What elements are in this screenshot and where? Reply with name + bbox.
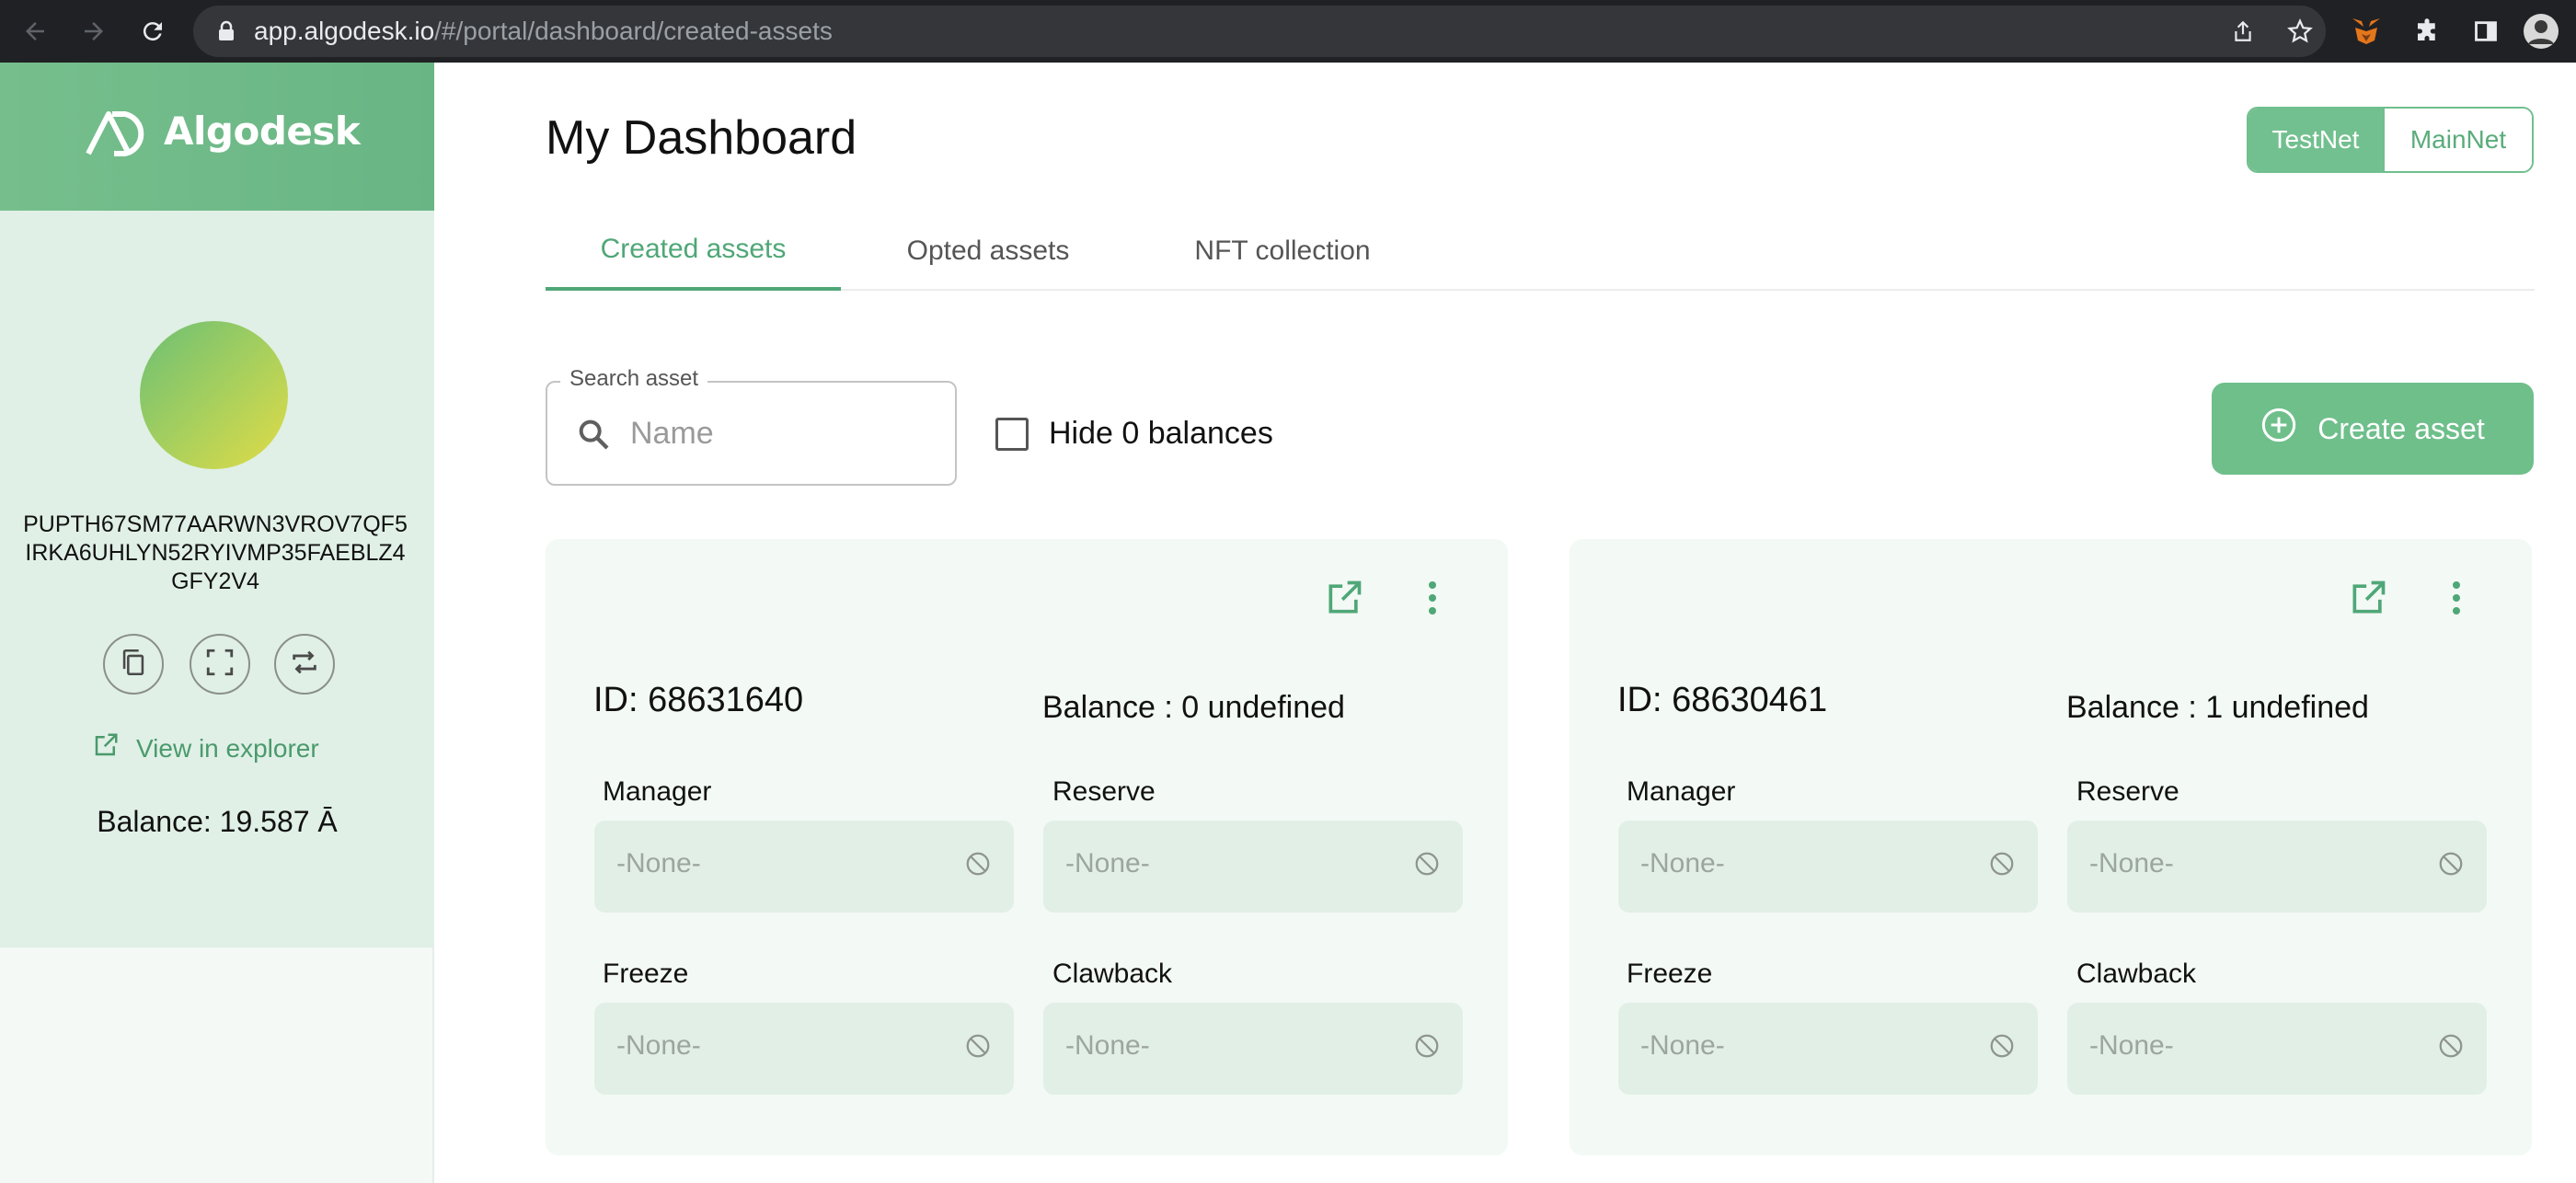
browser-chrome: app.algodesk.io/#/portal/dashboard/creat…: [0, 0, 2576, 63]
network-toggle: TestNet MainNet: [2247, 107, 2534, 173]
fox-extension-icon[interactable]: [2348, 13, 2385, 50]
asset-card: ID: 68631640 Balance : 0 undefined Manag…: [546, 539, 1508, 1155]
copy-address-button[interactable]: [103, 634, 164, 695]
block-icon: [2437, 1032, 2465, 1063]
side-panel-icon[interactable]: [2467, 13, 2504, 50]
forward-icon[interactable]: [75, 13, 112, 50]
manager-field: -None-: [594, 821, 1014, 913]
url-text: app.algodesk.io/#/portal/dashboard/creat…: [254, 17, 833, 46]
bookmark-star-icon[interactable]: [2282, 13, 2318, 50]
fullscreen-icon: [204, 647, 236, 682]
reserve-field: -None-: [2067, 821, 2487, 913]
brand-header[interactable]: Algodesk: [0, 63, 434, 211]
account-avatar: [140, 321, 288, 469]
freeze-label: Freeze: [603, 959, 689, 989]
freeze-value: -None-: [1640, 1030, 1725, 1061]
url-path: /#/portal/dashboard/created-assets: [434, 17, 833, 45]
reserve-value: -None-: [2089, 848, 2174, 879]
block-icon: [964, 850, 992, 881]
reserve-label: Reserve: [2076, 776, 2179, 807]
share-icon[interactable]: [2225, 13, 2261, 50]
explorer-label: View in explorer: [136, 733, 319, 763]
create-asset-button[interactable]: Create asset: [2212, 383, 2534, 475]
clawback-field: -None-: [1043, 1003, 1463, 1095]
search-icon: [575, 416, 612, 456]
tab-nft-collection[interactable]: NFT collection: [1135, 212, 1430, 291]
swap-arrows-icon: [289, 647, 320, 682]
account-address: PUPTH67SM77AARWN3VROV7QF5IRKA6UHLYN52RYI…: [23, 511, 408, 594]
hide-zero-checkbox[interactable]: [995, 417, 1029, 451]
reserve-label: Reserve: [1052, 776, 1156, 807]
asset-menu-button[interactable]: [2432, 576, 2480, 624]
puzzle-extensions-icon[interactable]: [2409, 13, 2445, 50]
qr-scan-button[interactable]: [190, 634, 250, 695]
freeze-label: Freeze: [1627, 959, 1713, 989]
clawback-label: Clawback: [2076, 959, 2197, 989]
search-asset-label: Search asset: [560, 366, 708, 392]
block-icon: [1413, 850, 1441, 881]
reload-icon[interactable]: [134, 13, 171, 50]
clawback-field: -None-: [2067, 1003, 2487, 1095]
add-circle-icon: [2260, 407, 2297, 451]
reserve-value: -None-: [1065, 848, 1150, 879]
page-title: My Dashboard: [546, 111, 857, 165]
back-icon[interactable]: [17, 13, 53, 50]
open-asset-button[interactable]: [1320, 576, 1368, 624]
block-icon: [1988, 1032, 2016, 1063]
switch-account-button[interactable]: [274, 634, 335, 695]
account-balance: Balance: 19.587 Ā: [97, 805, 338, 838]
block-icon: [2437, 850, 2465, 881]
search-asset-field[interactable]: Search asset: [546, 366, 957, 486]
freeze-value: -None-: [616, 1030, 701, 1061]
more-vert-icon: [2451, 580, 2462, 620]
asset-id: ID: 68631640: [593, 681, 804, 719]
sidebar: Algodesk PUPTH67SM77AARWN3VROV7QF5IRKA6U…: [0, 63, 434, 1183]
manager-label: Manager: [603, 776, 712, 807]
open-in-new-icon: [1324, 578, 1364, 622]
block-icon: [1413, 1032, 1441, 1063]
dashboard-tabs: Created assets Opted assets NFT collecti…: [546, 212, 2535, 291]
url-host: app.algodesk.io: [254, 17, 435, 45]
profile-avatar-icon[interactable]: [2523, 13, 2559, 50]
hide-zero-balances-toggle[interactable]: Hide 0 balances: [995, 416, 1273, 452]
mainnet-button[interactable]: MainNet: [2383, 109, 2532, 171]
block-icon: [964, 1032, 992, 1063]
manager-value: -None-: [616, 848, 701, 879]
open-in-new-icon: [2348, 578, 2388, 622]
manager-value: -None-: [1640, 848, 1725, 879]
asset-id: ID: 68630461: [1617, 681, 1828, 719]
manager-field: -None-: [1618, 821, 2038, 913]
asset-balance: Balance : 1 undefined: [2066, 690, 2369, 725]
block-icon: [1988, 850, 2016, 881]
reserve-field: -None-: [1043, 821, 1463, 913]
asset-balance: Balance : 0 undefined: [1042, 690, 1345, 725]
testnet-button[interactable]: TestNet: [2248, 109, 2383, 171]
asset-menu-button[interactable]: [1409, 576, 1456, 624]
create-asset-label: Create asset: [2317, 411, 2485, 445]
freeze-field: -None-: [594, 1003, 1014, 1095]
tab-created-assets[interactable]: Created assets: [546, 212, 841, 291]
clawback-value: -None-: [2089, 1030, 2174, 1061]
external-link-icon: [92, 731, 120, 765]
clawback-label: Clawback: [1052, 959, 1173, 989]
manager-label: Manager: [1627, 776, 1736, 807]
more-vert-icon: [1427, 580, 1438, 620]
brand-name: Algodesk: [164, 109, 361, 154]
tab-opted-assets[interactable]: Opted assets: [841, 212, 1135, 291]
hide-zero-label: Hide 0 balances: [1049, 416, 1273, 451]
clawback-value: -None-: [1065, 1030, 1150, 1061]
freeze-field: -None-: [1618, 1003, 2038, 1095]
search-input[interactable]: [630, 403, 934, 464]
address-bar[interactable]: app.algodesk.io/#/portal/dashboard/creat…: [193, 6, 2326, 57]
asset-card: ID: 68630461 Balance : 1 undefined Manag…: [1570, 539, 2532, 1155]
algodesk-logo-icon: [85, 110, 153, 160]
lock-icon: [208, 13, 245, 50]
copy-icon: [118, 647, 149, 682]
view-in-explorer-link[interactable]: View in explorer: [92, 731, 319, 765]
account-panel: PUPTH67SM77AARWN3VROV7QF5IRKA6UHLYN52RYI…: [0, 211, 434, 948]
open-asset-button[interactable]: [2344, 576, 2392, 624]
